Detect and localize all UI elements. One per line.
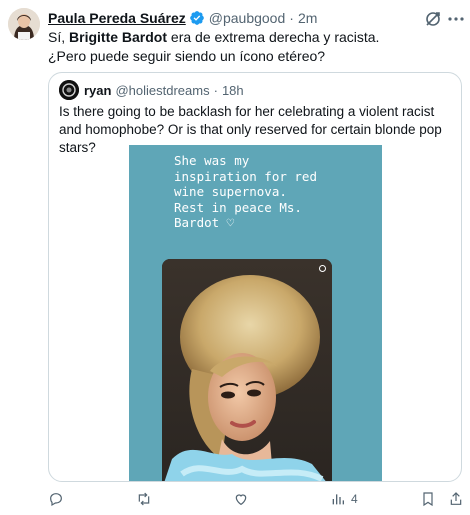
tweet-actions: 4 — [40, 488, 468, 510]
quoted-author-name[interactable]: ryan — [84, 83, 111, 98]
tweet-card[interactable]: Paula Pereda Suárez @paubgood · 2m Sí, B… — [0, 0, 470, 515]
quoted-author-handle[interactable]: @holiestdreams — [115, 83, 209, 98]
retweet-icon — [138, 492, 150, 506]
quoted-separator-dot: · — [213, 82, 218, 98]
views-button[interactable]: 4 — [330, 488, 358, 510]
like-button[interactable] — [233, 488, 254, 510]
reply-icon — [50, 493, 62, 507]
like-icon — [235, 494, 247, 506]
reply-button[interactable] — [48, 488, 69, 510]
tweet-header: Paula Pereda Suárez @paubgood · 2m — [48, 8, 317, 28]
quoted-timestamp[interactable]: 18h — [222, 83, 244, 98]
quoted-tweet[interactable]: ryan @holiestdreams · 18h Is there going… — [48, 72, 462, 482]
media-indicator-icon — [319, 265, 326, 272]
author-avatar[interactable] — [8, 8, 40, 40]
tweet-text: Sí, Brigitte Bardot era de extrema derec… — [48, 28, 458, 66]
verified-badge-icon — [189, 11, 204, 25]
share-button[interactable] — [448, 488, 464, 510]
share-icon — [450, 492, 462, 505]
quoted-avatar[interactable] — [59, 80, 79, 100]
retweet-button[interactable] — [136, 488, 157, 510]
media-caption: She was my inspiration for red wine supe… — [174, 153, 317, 230]
separator-dot: · — [289, 10, 294, 26]
quoted-media[interactable]: She was my inspiration for red wine supe… — [129, 145, 382, 481]
views-icon — [332, 494, 344, 505]
views-count: 4 — [351, 492, 358, 506]
author-handle[interactable]: @paubgood — [209, 10, 286, 26]
more-icon[interactable] — [446, 9, 466, 29]
author-name[interactable]: Paula Pereda Suárez — [48, 10, 186, 26]
media-photo — [162, 259, 332, 481]
grok-icon[interactable] — [423, 9, 443, 29]
tweet-text-bold: Brigitte Bardot — [69, 29, 168, 45]
tweet-text-line-1: Sí, Brigitte Bardot era de extrema derec… — [48, 29, 380, 45]
bookmark-icon — [423, 492, 433, 507]
quoted-header: ryan @holiestdreams · 18h — [59, 80, 244, 100]
tweet-timestamp[interactable]: 2m — [298, 10, 317, 26]
tweet-text-line-2: ¿Pero puede seguir siendo un ícono etére… — [48, 48, 326, 64]
bookmark-button[interactable] — [420, 488, 436, 510]
